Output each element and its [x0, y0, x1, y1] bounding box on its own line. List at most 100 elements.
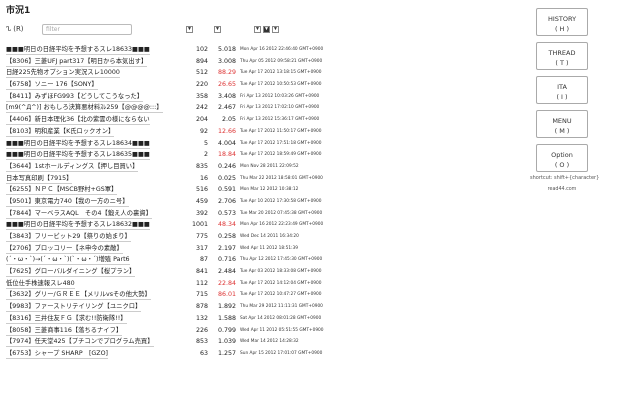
- thread-row[interactable]: ■■■明日の日経平均を予想するスレ18634■■■ 5 4.004 Tue Apr 1…: [4, 138, 364, 150]
- thread-title-link[interactable]: 【8411】みずほFG993【どうしてこうなった】: [6, 92, 144, 102]
- thread-count: 112: [195, 279, 208, 287]
- thread-row[interactable]: 【8103】明和産業【K氏ロックオン】 92 12.66 Tue Apr 17 201…: [4, 126, 364, 138]
- thread-row[interactable]: 【6255】ＮＰＣ【MSCB野村+GS軍】 516 0.591 Mon Mar 12 …: [4, 184, 364, 196]
- thread-row[interactable]: ■■■明日の日経平均を予想するスレ18633■■■ 102 5.018 Mon Apr…: [4, 44, 364, 56]
- option-button[interactable]: Option ( O ): [536, 144, 588, 172]
- thread-title-link[interactable]: 【7844】マーベラスAQL その4【鍛え人の裏資】: [6, 209, 152, 219]
- thread-row[interactable]: 【9501】東京電力740【我の一方のニ号】 459 2.706 Tue Apr 10…: [4, 196, 364, 208]
- thread-title-link[interactable]: 【6255】ＮＰＣ【MSCB野村+GS軍】: [6, 185, 118, 196]
- thread-speed: 2.197: [217, 244, 236, 252]
- thread-row[interactable]: 【4406】新日本理化36【北の紫雲の様にならない 204 2.05 Fri Apr …: [4, 114, 364, 126]
- thread-date: Fri Apr 13 2012 10:03:26 GMT+0900: [240, 93, 320, 99]
- thread-title-link[interactable]: [m9(^Д^)] おもしろ決算悪材料ｽﾚ259【@@@@:::】: [6, 103, 163, 114]
- thread-row[interactable]: 【3632】グリー/ＧＲＥＥ【メリルvsその他大勢】 715 86.01 Tue Ap…: [4, 289, 364, 301]
- thread-row[interactable]: 【6753】シャープ SHARP [GZO] 63 1.257 Sun Apr 15 …: [4, 348, 364, 360]
- thread-row[interactable]: ■■■明日の日経平均を予想するスレ18635■■■ 2 18.84 Tue Apr 1…: [4, 149, 364, 161]
- thread-title-link[interactable]: 【3632】グリー/ＧＲＥＥ【メリルvsその他大勢】: [6, 290, 151, 301]
- thread-row[interactable]: ■■■明日の日経平均を予想するスレ18632■■■ 1001 48.34 Mon Ap…: [4, 219, 364, 231]
- thread-title-link[interactable]: 【6753】シャープ SHARP [GZO]: [6, 349, 109, 359]
- thread-row[interactable]: 【3644】1stホールディングス【押し目買い】 835 0.246 Mon Nov …: [4, 161, 364, 173]
- thread-row[interactable]: 【7974】任天堂425【プチコンでプログラム売買】 853 1.039 Wed Ma…: [4, 336, 364, 348]
- thread-date: Thu Apr 12 2012 17:45:30 GMT+0900: [240, 257, 323, 263]
- sort-date-desc-button[interactable]: ▼: [254, 26, 261, 33]
- thread-speed: 2.484: [217, 268, 236, 276]
- thread-date: Tue Apr 17 2012 10:47:27 GMT+0900: [240, 292, 322, 298]
- sort-date-asc-button[interactable]: ▼: [272, 26, 279, 33]
- sort-speed-button[interactable]: ▼: [214, 26, 221, 33]
- thread-row[interactable]: 【7844】マーベラスAQL その4【鍛え人の裏資】 392 0.573 Tue Ma…: [4, 208, 364, 220]
- thread-date: Wed Mar 14 2012 14:28:32: [240, 339, 299, 345]
- thread-title-link[interactable]: ■■■明日の日経平均を予想するスレ18635■■■: [6, 150, 150, 161]
- thread-speed: 12.66: [217, 127, 236, 135]
- thread-row[interactable]: 【6758】ソニー 176【SONY】 220 26.65 Tue Apr 17 20…: [4, 79, 364, 91]
- filter-input[interactable]: [42, 24, 132, 35]
- thread-row[interactable]: 【8316】三井住友ＦＧ【求む!!防衛隊!!】 132 1.588 Sat Apr 1…: [4, 313, 364, 325]
- thread-count: 878: [195, 303, 208, 311]
- thread-title-link[interactable]: 【8058】三菱商事116【落ちるナイフ】: [6, 326, 123, 336]
- thread-row[interactable]: 【8306】三菱UFJ part317【明日から本気出す】 894 3.008 Thu…: [4, 56, 364, 68]
- thread-count: 226: [195, 326, 208, 334]
- thread-title-link[interactable]: 【8103】明和産業【K氏ロックオン】: [6, 127, 115, 137]
- side-menu: HISTORY ( H ) THREAD ( T ) ITA ( I ) MEN…: [530, 8, 599, 192]
- thread-row[interactable]: 【8058】三菱商事116【落ちるナイフ】 226 0.799 Wed Apr 11 …: [4, 325, 364, 337]
- thread-title-link[interactable]: 【7625】グローバルダイニング【桜プラン】: [6, 267, 136, 278]
- history-button[interactable]: HISTORY ( H ): [536, 8, 588, 36]
- thread-title-link[interactable]: 低位仕手株速報スレ480: [6, 279, 75, 289]
- thread-count: 102: [195, 46, 208, 53]
- thread-title-link[interactable]: 【9983】ファーストリテイリング【ユニクロ】: [6, 302, 142, 313]
- thread-title-link[interactable]: ■■■明日の日経平均を予想するスレ18633■■■: [6, 45, 150, 55]
- thread-title-link[interactable]: (´・ω・`)→(´・ω・`)(`・ω・´)増殖 Part6: [6, 255, 130, 266]
- thread-row[interactable]: (´・ω・`)→(´・ω・`)(`・ω・´)増殖 Part6 87 0.716 Thu…: [4, 254, 364, 266]
- thread-title-link[interactable]: 【3644】1stホールディングス【押し目買い】: [6, 162, 139, 172]
- thread-row[interactable]: 【7625】グローバルダイニング【桜プラン】 841 2.484 Tue Apr 03…: [4, 266, 364, 278]
- thread-title-link[interactable]: 【8306】三菱UFJ part317【明日から本気出す】: [6, 57, 148, 67]
- thread-speed: 1.257: [217, 349, 236, 357]
- thread-row[interactable]: 日本写真印刷【7915】 16 0.025 Thu Mar 22 2012 18:58…: [4, 173, 364, 185]
- thread-date: Thu Apr 05 2012 09:58:21 GMT+0900: [240, 58, 323, 64]
- thread-row[interactable]: 日経225先物オプション実況スレ10000 512 88.29 Tue Apr 17 …: [4, 67, 364, 79]
- thread-date: Sun Apr 15 2012 17:01:07 GMT+0900: [240, 350, 323, 356]
- thread-title-link[interactable]: ■■■明日の日経平均を予想するスレ18634■■■: [6, 139, 150, 149]
- thread-title-link[interactable]: 【7974】任天堂425【プチコンでプログラム売買】: [6, 337, 154, 348]
- thread-title-link[interactable]: 【4406】新日本理化36【北の紫雲の様にならない: [6, 115, 150, 126]
- thread-title-link[interactable]: ■■■明日の日経平均を予想するスレ18632■■■: [6, 220, 150, 231]
- ita-button[interactable]: ITA ( I ): [536, 76, 588, 104]
- thread-title-link[interactable]: 【2706】ブロッコリー【ネ申今の素敵】: [6, 244, 123, 254]
- thread-speed: 26.65: [217, 81, 236, 89]
- thread-date: Tue Apr 17 2012 10:50:53 GMT+0900: [240, 82, 322, 88]
- option-key: ( O ): [554, 161, 570, 169]
- thread-title-link[interactable]: 【3843】フリービット29【祭りの始まり】: [6, 232, 131, 242]
- thread-row[interactable]: 【3843】フリービット29【祭りの始まり】 775 0.258 Wed Dec 14…: [4, 231, 364, 243]
- site-link[interactable]: read44.com: [536, 187, 588, 192]
- thread-title-link[interactable]: 日経225先物オプション実況スレ10000: [6, 68, 120, 79]
- thread-row[interactable]: 【9983】ファーストリテイリング【ユニクロ】 878 1.892 Thu Mar 2…: [4, 301, 364, 313]
- sort-count-button[interactable]: ▼: [186, 26, 193, 33]
- thread-title-link[interactable]: 日本写真印刷【7915】: [6, 174, 73, 184]
- thread-row[interactable]: 低位仕手株速報スレ480 112 22.84 Tue Apr 17 2012 14:1…: [4, 278, 364, 290]
- thread-count: 512: [195, 69, 208, 77]
- thread-speed: 2.706: [217, 197, 236, 205]
- history-label: HISTORY: [547, 15, 577, 23]
- thread-speed: 0.591: [217, 186, 236, 194]
- thread-speed: 86.01: [217, 291, 236, 299]
- thread-title-link[interactable]: 【6758】ソニー 176【SONY】: [6, 80, 98, 91]
- thread-row[interactable]: [m9(^Д^)] おもしろ決算悪材料ｽﾚ259【@@@@:::】 242 2.46…: [4, 102, 364, 114]
- thread-title-link[interactable]: 【8316】三井住友ＦＧ【求む!!防衛隊!!】: [6, 314, 127, 324]
- thread-speed: 3.408: [217, 92, 236, 100]
- thread-row[interactable]: 【2706】ブロッコリー【ネ申今の素敵】 317 2.197 Wed Apr 11 2…: [4, 243, 364, 255]
- menu-button[interactable]: MENU ( M ): [536, 110, 588, 138]
- thread-speed: 2.467: [217, 104, 236, 112]
- thread-title-link[interactable]: 【9501】東京電力740【我の一方のニ号】: [6, 197, 129, 207]
- refresh-button[interactable]: ᔐ (R): [6, 25, 24, 33]
- thread-row[interactable]: 【8411】みずほFG993【どうしてこうなった】 358 3.408 Fri Apr…: [4, 91, 364, 103]
- ita-label: ITA: [557, 83, 567, 91]
- thread-speed: 3.008: [217, 57, 236, 65]
- page-title: 市況1: [6, 6, 31, 16]
- sort-date-active-button[interactable]: ▼: [263, 26, 270, 33]
- thread-list: ■■■明日の日経平均を予想するスレ18633■■■ 102 5.018 Mon Apr…: [4, 44, 364, 360]
- thread-speed: 0.025: [217, 174, 236, 182]
- thread-button[interactable]: THREAD ( T ): [536, 42, 588, 70]
- thread-count: 358: [195, 92, 208, 100]
- history-key: ( H ): [554, 25, 570, 33]
- thread-count: 63: [199, 349, 208, 357]
